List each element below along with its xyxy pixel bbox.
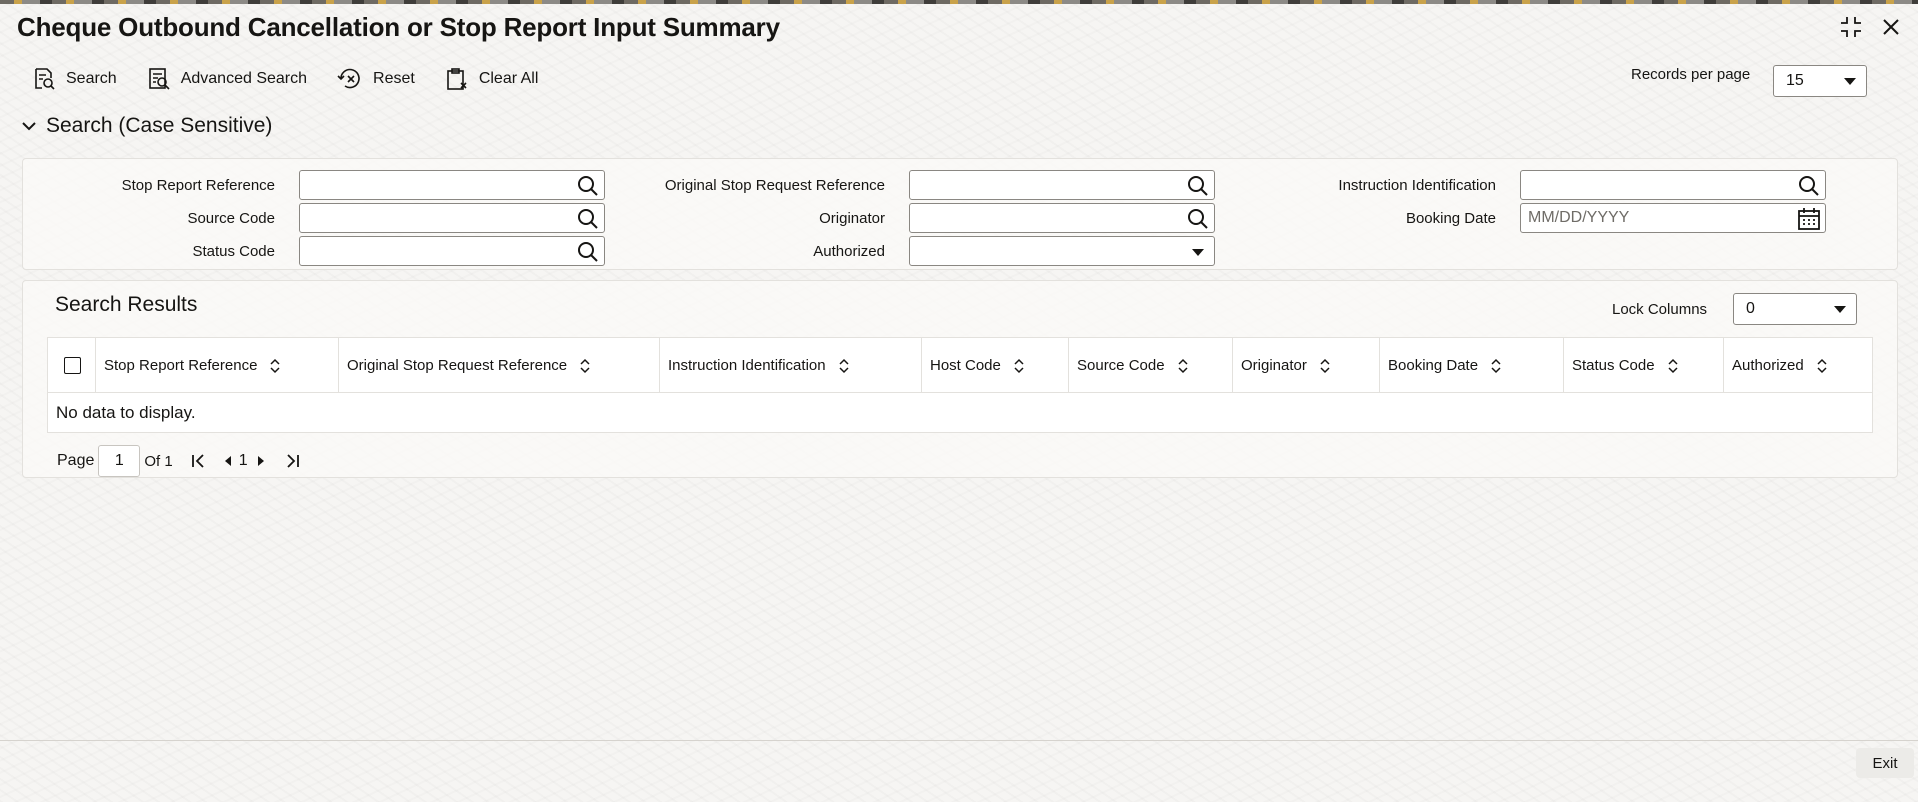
column-header-instruction-identification[interactable]: Instruction Identification	[660, 338, 922, 393]
sort-icon[interactable]	[1319, 358, 1331, 374]
page-count-label: Of 1	[144, 452, 173, 470]
status-code-input[interactable]	[299, 236, 605, 266]
next-page-icon[interactable]	[252, 452, 270, 470]
window-controls	[1838, 14, 1904, 40]
column-label: Originator	[1241, 357, 1307, 374]
sort-icon[interactable]	[269, 358, 281, 374]
sort-icon[interactable]	[1490, 358, 1502, 374]
previous-page-icon[interactable]	[219, 452, 237, 470]
search-icon[interactable]	[1797, 174, 1821, 198]
stop-report-reference-input[interactable]	[299, 170, 605, 200]
reset-button[interactable]: Reset	[337, 64, 415, 94]
toolbar: Search Advanced Search Reset Clear All	[32, 64, 568, 94]
current-page-number: 1	[238, 452, 248, 469]
footer-divider	[0, 740, 1918, 741]
search-results-title: Search Results	[55, 293, 198, 316]
original-stop-request-reference-label: Original Stop Request Reference	[664, 177, 885, 194]
sort-icon[interactable]	[1013, 358, 1025, 374]
column-header-authorized[interactable]: Authorized	[1724, 338, 1872, 393]
exit-button[interactable]: Exit	[1856, 748, 1914, 778]
search-icon[interactable]	[1186, 207, 1210, 231]
chevron-down-icon	[22, 122, 36, 131]
search-results-panel: Search Results Lock Columns 0 Stop Repor…	[22, 280, 1898, 478]
authorized-label: Authorized	[813, 243, 885, 260]
page-title: Cheque Outbound Cancellation or Stop Rep…	[17, 12, 780, 42]
column-header-booking-date[interactable]: Booking Date	[1380, 338, 1564, 393]
calendar-icon[interactable]	[1797, 207, 1821, 231]
booking-date-label: Booking Date	[1405, 210, 1496, 227]
authorized-select[interactable]	[909, 236, 1215, 266]
column-header-originator[interactable]: Originator	[1233, 338, 1380, 393]
records-per-page-label: Records per page	[1631, 66, 1751, 83]
column-label: Authorized	[1732, 357, 1804, 374]
search-button[interactable]: Search	[32, 64, 117, 94]
search-section-title: Search (Case Sensitive)	[46, 114, 273, 137]
column-header-stop-report-reference[interactable]: Stop Report Reference	[96, 338, 339, 393]
stop-report-reference-label: Stop Report Reference	[121, 177, 275, 194]
column-label: Stop Report Reference	[104, 357, 258, 374]
clear-all-button-label: Clear All	[478, 70, 539, 87]
reset-icon	[337, 68, 360, 89]
records-per-page-select[interactable]: 15	[1773, 65, 1867, 97]
page-number-value: 1	[114, 452, 124, 469]
column-label: Host Code	[930, 357, 1001, 374]
results-table: Stop Report Reference Original Stop Requ…	[47, 337, 1873, 433]
chevron-down-icon	[1192, 249, 1204, 256]
column-label: Instruction Identification	[668, 357, 826, 374]
last-page-icon[interactable]	[284, 452, 302, 470]
chevron-down-icon	[1844, 78, 1856, 85]
original-stop-request-reference-input[interactable]	[909, 170, 1215, 200]
pagination: Page 1 Of 1 1	[57, 445, 302, 477]
search-icon[interactable]	[1186, 174, 1210, 198]
booking-date-placeholder: MM/DD/YYYY	[1528, 209, 1630, 226]
select-all-checkbox[interactable]	[64, 357, 81, 374]
column-label: Source Code	[1077, 357, 1165, 374]
page-number-input[interactable]: 1	[98, 445, 141, 477]
search-criteria-panel: Stop Report Reference Original Stop Requ…	[22, 158, 1898, 270]
column-label: Booking Date	[1388, 357, 1479, 374]
source-code-label: Source Code	[187, 210, 275, 227]
page-label: Page	[57, 452, 95, 469]
lock-columns-select[interactable]: 0	[1733, 293, 1857, 325]
column-label: Status Code	[1572, 357, 1655, 374]
column-header-original-stop-request-reference[interactable]: Original Stop Request Reference	[339, 338, 660, 393]
originator-input[interactable]	[909, 203, 1215, 233]
table-header-row: Stop Report Reference Original Stop Requ…	[48, 338, 1872, 393]
empty-table-message: No data to display.	[56, 403, 196, 422]
source-code-input[interactable]	[299, 203, 605, 233]
maximize-icon[interactable]	[1838, 14, 1864, 40]
search-doc-icon	[35, 68, 55, 90]
instruction-identification-label: Instruction Identification	[1338, 177, 1496, 194]
sort-icon[interactable]	[579, 358, 591, 374]
search-button-label: Search	[66, 70, 117, 87]
instruction-identification-input[interactable]	[1520, 170, 1826, 200]
advanced-search-icon	[148, 68, 170, 90]
clear-all-button[interactable]: Clear All	[445, 64, 539, 94]
status-code-label: Status Code	[192, 243, 275, 260]
originator-label: Originator	[819, 210, 885, 227]
sort-icon[interactable]	[838, 358, 850, 374]
lock-columns-value: 0	[1746, 300, 1755, 317]
column-label: Original Stop Request Reference	[347, 357, 568, 374]
column-header-status-code[interactable]: Status Code	[1564, 338, 1724, 393]
reset-button-label: Reset	[373, 70, 415, 87]
lock-columns-label: Lock Columns	[1612, 301, 1708, 318]
select-all-cell	[48, 338, 96, 393]
booking-date-input[interactable]: MM/DD/YYYY	[1520, 203, 1826, 233]
chevron-down-icon	[1834, 306, 1846, 313]
sort-icon[interactable]	[1177, 358, 1189, 374]
advanced-search-button-label: Advanced Search	[180, 70, 308, 87]
clipboard-clear-icon	[447, 68, 467, 90]
advanced-search-button[interactable]: Advanced Search	[147, 64, 307, 94]
sort-icon[interactable]	[1816, 358, 1828, 374]
sort-icon[interactable]	[1667, 358, 1679, 374]
records-per-page-value: 15	[1786, 72, 1804, 89]
first-page-icon[interactable]	[189, 452, 207, 470]
column-header-source-code[interactable]: Source Code	[1069, 338, 1233, 393]
column-header-host-code[interactable]: Host Code	[922, 338, 1069, 393]
close-icon[interactable]	[1878, 14, 1904, 40]
search-section-toggle[interactable]: Search (Case Sensitive)	[22, 114, 272, 138]
